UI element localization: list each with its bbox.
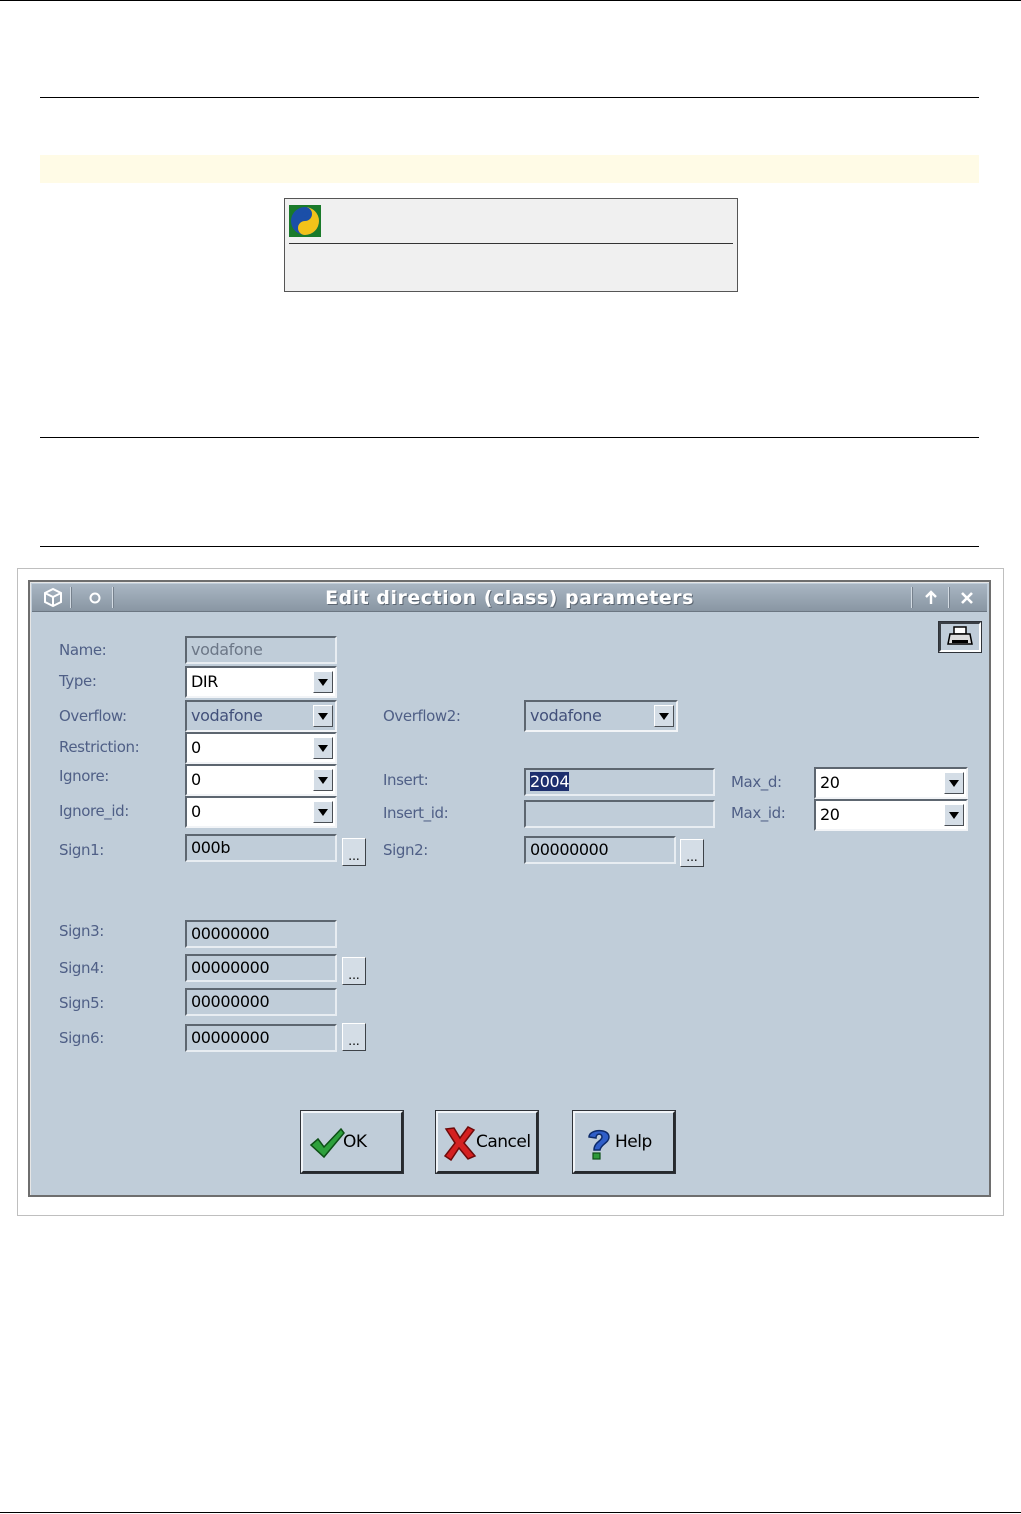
ignore-select[interactable]: 0	[185, 764, 337, 796]
overflow-select[interactable]: vodafone	[185, 700, 337, 732]
cancel-button[interactable]: Cancel	[435, 1110, 539, 1174]
restriction-label: Restriction:	[59, 738, 140, 756]
insert-field[interactable]: 2004	[524, 768, 715, 796]
page-divider	[40, 97, 979, 98]
overflow2-value: vodafone	[530, 706, 602, 725]
sign6-browse-button[interactable]: ...	[342, 1023, 366, 1051]
page-divider	[40, 437, 979, 438]
ignore-id-select[interactable]: 0	[185, 796, 337, 828]
chevron-down-icon[interactable]	[944, 804, 964, 826]
sign5-field[interactable]: 00000000	[185, 988, 337, 1016]
type-select[interactable]: DIR	[185, 666, 337, 698]
note-rule	[289, 243, 733, 244]
dialog-title: Edit direction (class) parameters	[325, 587, 694, 609]
ok-button[interactable]: OK	[300, 1110, 404, 1174]
type-label: Type:	[59, 672, 97, 690]
printer-icon	[947, 626, 973, 645]
note-box	[284, 198, 738, 292]
chevron-down-icon[interactable]	[313, 801, 333, 823]
insert-id-field[interactable]	[524, 800, 715, 828]
note-bar	[40, 155, 979, 183]
chevron-down-icon[interactable]	[654, 705, 674, 727]
ok-label: OK	[343, 1132, 367, 1152]
cancel-x-icon	[443, 1126, 477, 1161]
max-d-label: Max_d:	[731, 773, 782, 791]
help-label: Help	[615, 1132, 652, 1152]
max-id-select[interactable]: 20	[814, 799, 968, 831]
title-separator	[911, 587, 913, 608]
chevron-down-icon[interactable]	[944, 772, 964, 794]
overflow-value: vodafone	[191, 706, 263, 725]
type-value: DIR	[191, 672, 218, 691]
name-field[interactable]: vodafone	[185, 636, 337, 664]
question-mark-icon	[588, 1129, 610, 1160]
checkmark-icon	[309, 1127, 345, 1159]
max-id-value: 20	[820, 805, 840, 824]
restriction-select[interactable]: 0	[185, 732, 337, 764]
insert-label: Insert:	[383, 771, 429, 789]
max-d-value: 20	[820, 773, 840, 792]
sign1-field[interactable]: 000b	[185, 834, 337, 862]
ignore-label: Ignore:	[59, 767, 109, 785]
sign5-label: Sign5:	[59, 994, 104, 1012]
ignore-value: 0	[191, 770, 201, 789]
insert-value: 2004	[530, 772, 570, 791]
sign3-label: Sign3:	[59, 922, 104, 940]
restriction-value: 0	[191, 738, 201, 757]
insert-id-label: Insert_id:	[383, 804, 449, 822]
sign2-browse-button[interactable]: ...	[680, 839, 704, 867]
sign6-label: Sign6:	[59, 1029, 104, 1047]
ignore-id-value: 0	[191, 802, 201, 821]
chevron-down-icon[interactable]	[313, 737, 333, 759]
sign4-field[interactable]: 00000000	[185, 954, 337, 982]
chevron-down-icon[interactable]	[313, 705, 333, 727]
title-separator	[948, 587, 950, 608]
sign6-field[interactable]: 00000000	[185, 1024, 337, 1052]
sign4-browse-button[interactable]: ...	[342, 957, 366, 985]
help-button[interactable]: Help	[572, 1110, 676, 1174]
overflow-label: Overflow:	[59, 707, 127, 725]
page-bottom-rule	[0, 1512, 1021, 1513]
dialog-window: Edit direction (class) parameters Name: …	[28, 580, 991, 1197]
max-id-label: Max_id:	[731, 804, 786, 822]
chevron-down-icon[interactable]	[313, 769, 333, 791]
note-yin-yang-icon	[289, 205, 321, 237]
title-bar[interactable]: Edit direction (class) parameters	[32, 584, 987, 612]
print-button[interactable]	[938, 621, 982, 653]
sign1-label: Sign1:	[59, 841, 104, 859]
sign3-field[interactable]: 00000000	[185, 920, 337, 948]
maximize-arrow-icon[interactable]	[918, 587, 944, 608]
close-icon[interactable]	[954, 587, 980, 608]
page-top-rule	[0, 0, 1021, 1]
overflow2-select[interactable]: vodafone	[524, 700, 678, 732]
ignore-id-label: Ignore_id:	[59, 802, 129, 820]
sign4-label: Sign4:	[59, 959, 104, 977]
chevron-down-icon[interactable]	[313, 671, 333, 693]
max-d-select[interactable]: 20	[814, 767, 968, 799]
name-label: Name:	[59, 641, 107, 659]
sign1-browse-button[interactable]: ...	[342, 838, 366, 866]
page-divider	[40, 546, 979, 547]
overflow2-label: Overflow2:	[383, 707, 461, 725]
sign2-label: Sign2:	[383, 841, 428, 859]
sign2-field[interactable]: 00000000	[524, 836, 676, 864]
cancel-label: Cancel	[476, 1132, 531, 1152]
